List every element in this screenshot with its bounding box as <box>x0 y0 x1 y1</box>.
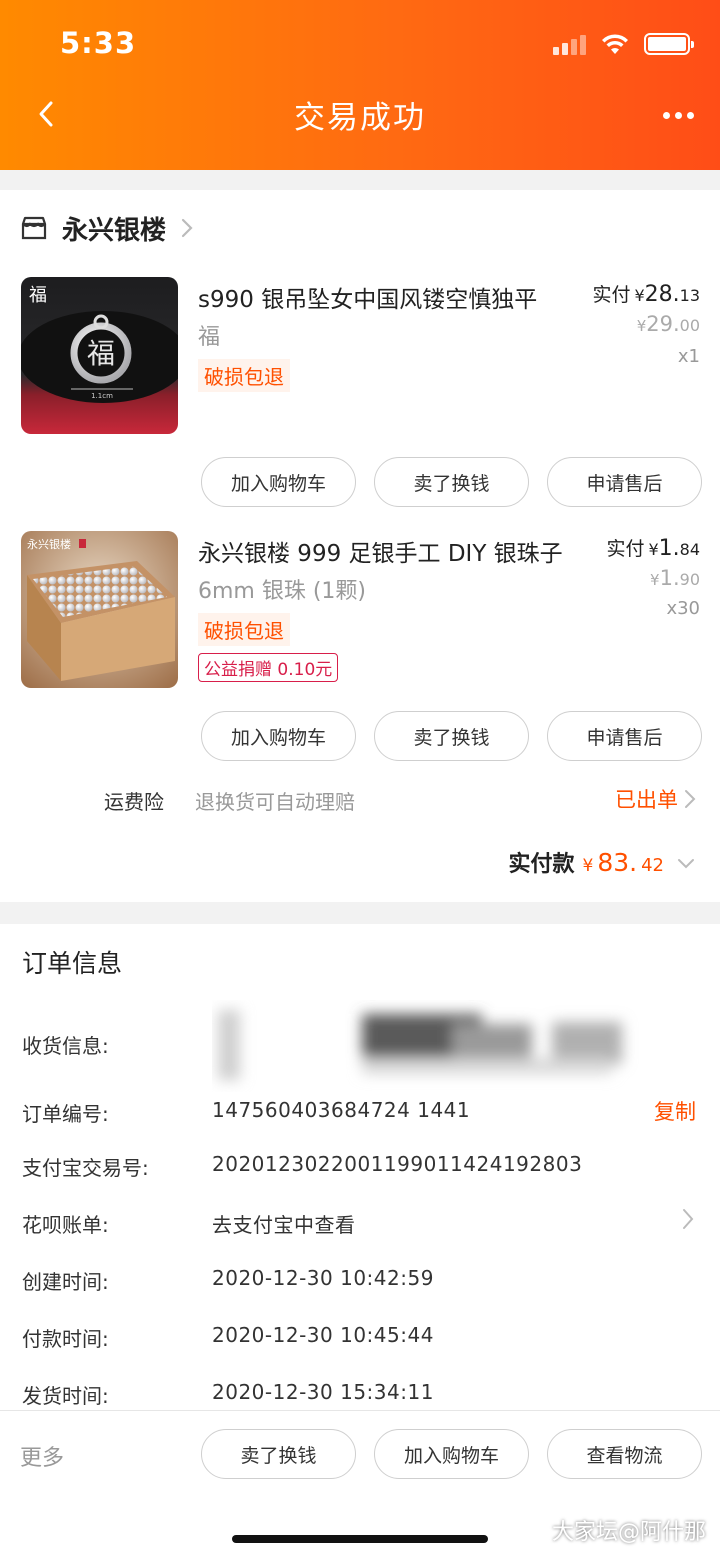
home-indicator <box>232 1535 488 1543</box>
chevron-right-icon <box>181 218 193 238</box>
chevron-down-icon <box>678 859 694 869</box>
huabei-link[interactable]: 去支付宝中查看 <box>212 1209 356 1238</box>
image-ruler-label: 1.1cm <box>91 392 113 400</box>
currency: ¥ <box>634 286 645 305</box>
product-image-beads[interactable]: 永兴银楼 <box>21 531 178 688</box>
app-header: 5:33 交易成功 <box>0 0 720 170</box>
item-title[interactable]: 永兴银楼 999 足银手工 DIY 银珠子 <box>198 534 563 568</box>
insurance-status: 已出单 <box>615 788 678 812</box>
alipay-number: 2020123022001199011424192803 <box>212 1152 583 1176</box>
total-paid[interactable]: 实付款 ¥83. 42 <box>508 846 696 878</box>
paid-int: 28. <box>644 282 680 307</box>
dot-icon <box>662 111 670 119</box>
order-number-label: 订单编号: <box>22 1102 109 1126</box>
more-options-button[interactable] <box>656 98 700 132</box>
paid-price: 实付 ¥28.13 <box>592 280 700 307</box>
dot-icon <box>686 111 694 119</box>
currency: ¥ <box>650 571 660 589</box>
currency: ¥ <box>636 317 647 335</box>
paid-price: 实付 ¥1.84 <box>606 534 700 561</box>
charity-tag: 公益捐赠 0.10元 <box>198 653 339 682</box>
chevron-right-icon <box>683 1209 694 1229</box>
shipped-time-label: 发货时间: <box>22 1384 109 1408</box>
status-icons <box>553 30 694 58</box>
item-spec: 6mm 银珠 (1颗) <box>198 579 367 604</box>
sell-button[interactable]: 卖了换钱 <box>374 711 529 761</box>
store-name: 永兴银楼 <box>62 215 167 246</box>
alipay-label: 支付宝交易号: <box>22 1156 149 1180</box>
insurance-label: 运费险 <box>104 790 164 814</box>
item-title[interactable]: s990 银吊坠女中国风镂空慎独平 <box>198 280 537 314</box>
paid-dec: 13 <box>679 286 700 305</box>
more-button[interactable]: 更多 <box>20 1440 64 1472</box>
insurance-status-link[interactable]: 已出单 <box>615 784 696 814</box>
wifi-icon <box>602 34 628 54</box>
pendant-character: 福 <box>87 337 115 370</box>
paid-time: 2020-12-30 10:45:44 <box>212 1323 434 1347</box>
image-caption: 永兴银楼 <box>27 537 71 551</box>
order-number: 147560403684724 1441 <box>212 1098 471 1122</box>
paid-int: 1. <box>658 536 680 561</box>
huabei-chevron[interactable] <box>682 1208 694 1234</box>
original-price: ¥1.90 <box>650 566 700 590</box>
paid-label: 实付 <box>606 538 645 560</box>
orig-int: 29. <box>646 312 680 336</box>
chevron-right-icon <box>685 790 696 808</box>
quantity: x30 <box>666 598 700 619</box>
after-sale-button[interactable]: 申请售后 <box>547 711 702 761</box>
view-logistics-button[interactable]: 查看物流 <box>547 1429 702 1479</box>
created-time-label: 创建时间: <box>22 1270 109 1294</box>
currency: ¥ <box>648 540 659 559</box>
battery-icon <box>644 33 694 55</box>
add-to-cart-button[interactable]: 加入购物车 <box>201 711 356 761</box>
image-caption: 福 <box>29 285 47 306</box>
paid-time-label: 付款时间: <box>22 1327 109 1351</box>
return-tag: 破损包退 <box>198 359 290 392</box>
dot-icon <box>674 111 682 119</box>
status-time: 5:33 <box>60 26 137 60</box>
add-to-cart-button[interactable]: 加入购物车 <box>201 457 356 507</box>
shipped-time: 2020-12-30 15:34:11 <box>212 1380 434 1404</box>
total-currency: ¥ <box>582 856 594 876</box>
page-title: 交易成功 <box>294 100 426 136</box>
signal-icon <box>553 33 586 55</box>
sell-button[interactable]: 卖了换钱 <box>201 1429 356 1479</box>
copy-button[interactable]: 复制 <box>654 1096 696 1126</box>
original-price: ¥29.00 <box>637 312 700 336</box>
order-info-title: 订单信息 <box>22 949 123 978</box>
address-redacted <box>212 1000 662 1092</box>
store-link[interactable]: 永兴银楼 <box>20 206 194 250</box>
orig-dec: 90 <box>679 570 700 589</box>
item-spec: 福 <box>198 325 221 350</box>
product-image-pendant[interactable]: 福 福 1.1cm <box>21 277 178 434</box>
paid-label: 实付 <box>592 284 631 306</box>
store-icon <box>21 216 47 240</box>
add-to-cart-button[interactable]: 加入购物车 <box>374 1429 529 1479</box>
paid-dec: 84 <box>679 540 700 559</box>
after-sale-button[interactable]: 申请售后 <box>547 457 702 507</box>
insurance-desc: 退换货可自动理赔 <box>195 790 355 814</box>
quantity: x1 <box>677 346 700 367</box>
total-int: 83. <box>597 848 638 877</box>
created-time: 2020-12-30 10:42:59 <box>212 1266 434 1290</box>
total-dec: 42 <box>641 855 664 876</box>
watermark: 大家坛@阿什那 <box>551 1520 706 1545</box>
orig-int: 1. <box>659 566 680 590</box>
sell-button[interactable]: 卖了换钱 <box>374 457 529 507</box>
return-tag: 破损包退 <box>198 613 290 646</box>
address-label: 收货信息: <box>22 1034 109 1058</box>
orig-dec: 00 <box>679 316 700 335</box>
total-label: 实付款 <box>508 852 575 877</box>
huabei-label: 花呗账单: <box>22 1213 109 1237</box>
